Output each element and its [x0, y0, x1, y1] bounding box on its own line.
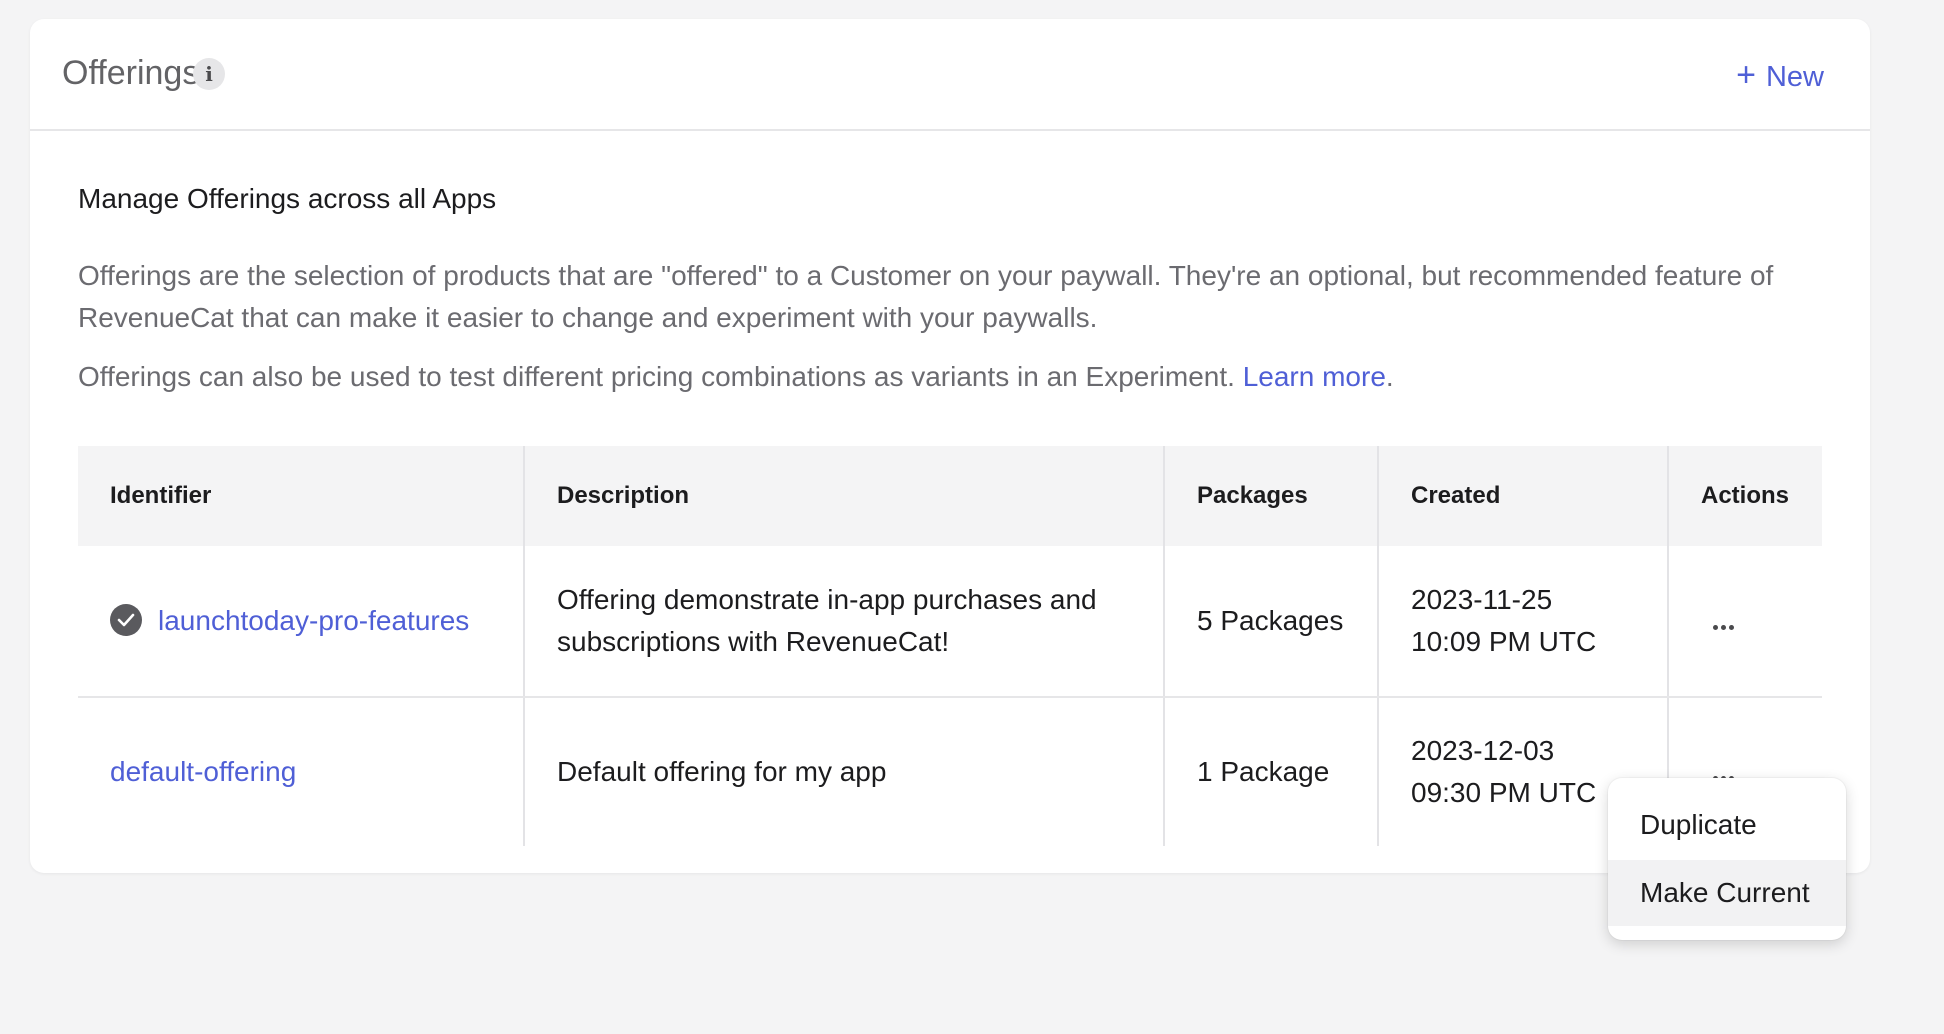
created-time: 09:30 PM UTC	[1411, 777, 1597, 808]
column-header-actions: Actions	[1667, 446, 1822, 546]
offering-identifier-link[interactable]: default-offering	[110, 756, 296, 787]
created-cell: 2023-11-25 10:09 PM UTC	[1377, 546, 1668, 698]
page-title: Offerings	[62, 54, 200, 92]
packages-cell: 1 Package	[1163, 697, 1378, 846]
description-cell: Offering demonstrate in-app purchases an…	[523, 546, 1164, 698]
created-date: 2023-12-03	[1411, 735, 1555, 766]
intro-paragraph-2-end: .	[1385, 361, 1394, 392]
menu-item-duplicate[interactable]: Duplicate	[1608, 792, 1846, 858]
section-heading: Manage Offerings across all Apps	[78, 183, 497, 214]
current-offering-check-icon	[110, 603, 142, 636]
table-row: launchtoday-pro-features Offering demons…	[78, 546, 1822, 698]
identifier-cell: launchtoday-pro-features	[78, 546, 524, 698]
learn-more-link[interactable]: Learn more	[1243, 361, 1386, 392]
plus-icon: +	[1736, 56, 1756, 94]
table-row: default-offering Default offering for my…	[78, 697, 1822, 846]
intro-paragraph-1: Offerings are the selection of products …	[78, 260, 1774, 333]
actions-dropdown-menu: Duplicate Make Current	[1608, 778, 1846, 940]
new-button-label: New	[1765, 61, 1824, 93]
column-header-description: Description	[523, 446, 1164, 546]
offerings-table: Identifier Description Packages Created …	[78, 446, 1822, 846]
created-date: 2023-11-25	[1411, 584, 1553, 615]
column-header-created: Created	[1377, 446, 1668, 546]
column-header-packages: Packages	[1163, 446, 1378, 546]
table-header-row: Identifier Description Packages Created …	[78, 446, 1822, 546]
offering-identifier-link[interactable]: launchtoday-pro-features	[158, 605, 469, 636]
intro-paragraph-2: Offerings can also be used to test diffe…	[78, 356, 1798, 398]
offerings-card: Offerings i + New Manage Offerings across…	[30, 19, 1870, 873]
column-header-identifier: Identifier	[78, 446, 524, 546]
new-offering-button[interactable]: + New	[1736, 57, 1824, 95]
identifier-cell: default-offering	[78, 697, 524, 846]
actions-cell	[1667, 546, 1822, 698]
created-time: 10:09 PM UTC	[1411, 626, 1597, 657]
info-icon[interactable]: i	[193, 58, 225, 90]
intro-paragraph-2-text: Offerings can also be used to test diffe…	[78, 361, 1243, 392]
more-actions-button[interactable]	[1703, 596, 1743, 646]
description-cell: Default offering for my app	[523, 697, 1164, 846]
card-header: Offerings i + New	[30, 19, 1870, 131]
menu-item-make-current[interactable]: Make Current	[1608, 860, 1846, 926]
packages-cell: 5 Packages	[1163, 546, 1378, 698]
